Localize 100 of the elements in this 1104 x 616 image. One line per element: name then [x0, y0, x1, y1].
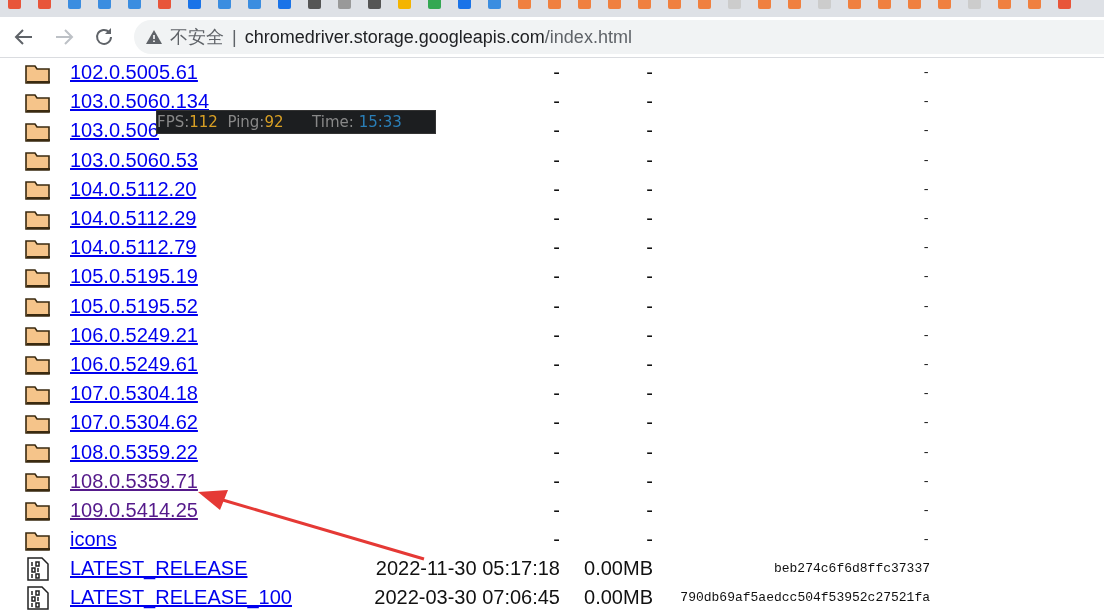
file-link[interactable]: 103.0.5060.134 [70, 90, 210, 114]
bookmark-icon[interactable] [518, 0, 531, 9]
hash-cell: - [922, 473, 930, 489]
size-cell: - [646, 323, 653, 347]
modified-cell: - [553, 469, 560, 493]
bookmark-icon[interactable] [608, 0, 621, 9]
file-link[interactable]: 103.0.5060.53 [70, 148, 198, 172]
bookmark-icon[interactable] [968, 0, 981, 9]
hash-cell: - [922, 386, 930, 402]
size-cell: - [646, 440, 653, 464]
size-cell: - [646, 382, 653, 406]
modified-cell: - [553, 119, 560, 143]
hash-cell: - [922, 532, 930, 548]
bookmark-icon[interactable] [668, 0, 681, 9]
address-bar[interactable]: 不安全 | chromedriver.storage.googleapis.com/index.html [134, 20, 1104, 54]
file-link[interactable]: 106.0.5249.61 [70, 352, 198, 376]
bookmark-icon[interactable] [488, 0, 501, 9]
size-cell: - [646, 148, 653, 172]
modified-cell: - [553, 528, 560, 552]
modified-cell: - [553, 236, 560, 260]
file-link[interactable]: 108.0.5359.22 [70, 440, 198, 464]
fps-label: FPS: [157, 113, 190, 131]
modified-cell: - [553, 265, 560, 289]
warning-icon [146, 30, 162, 44]
file-link[interactable]: 109.0.5414.25 [70, 498, 198, 522]
size-cell: - [646, 90, 653, 114]
bookmark-icon[interactable] [698, 0, 711, 9]
bookmark-icon[interactable] [1028, 0, 1041, 9]
file-link[interactable]: 104.0.5112.29 [70, 207, 197, 231]
bookmark-icon[interactable] [308, 0, 321, 9]
bookmark-icon[interactable] [1058, 0, 1071, 9]
bookmark-icon[interactable] [788, 0, 801, 9]
bookmark-icon[interactable] [188, 0, 201, 9]
hash-cell: - [922, 211, 930, 227]
bookmark-icon[interactable] [338, 0, 351, 9]
bookmark-icon[interactable] [908, 0, 921, 9]
bookmark-icon[interactable] [218, 0, 231, 9]
bookmark-icon[interactable] [158, 0, 171, 9]
file-link[interactable]: 104.0.5112.20 [70, 177, 197, 201]
file-link[interactable]: 107.0.5304.18 [70, 382, 198, 406]
hash-cell: - [922, 415, 930, 431]
time-value: 15:33 [358, 113, 402, 131]
size-cell: 0.00MB [584, 557, 653, 581]
file-link[interactable]: 104.0.5112.79 [70, 236, 197, 260]
modified-cell: - [553, 411, 560, 435]
file-link[interactable]: 103.0.506 [70, 119, 159, 143]
hash-cell: - [922, 444, 930, 460]
file-link[interactable]: icons [70, 528, 117, 552]
modified-cell: - [553, 323, 560, 347]
size-cell: - [646, 469, 653, 493]
modified-cell: - [553, 382, 560, 406]
file-link[interactable]: LATEST_RELEASE [70, 557, 248, 581]
bookmark-icon[interactable] [998, 0, 1011, 9]
hash-cell: - [922, 502, 930, 518]
modified-cell: 2022-11-30 05:17:18 [375, 557, 560, 581]
bookmark-icon[interactable] [248, 0, 261, 9]
bookmark-icon[interactable] [728, 0, 741, 9]
file-link[interactable]: 106.0.5249.21 [70, 323, 198, 347]
size-cell: 0.00MB [584, 586, 653, 610]
hash-cell: - [922, 327, 930, 343]
hash-cell: - [922, 94, 930, 110]
bookmark-icon[interactable] [578, 0, 591, 9]
bookmark-icon[interactable] [878, 0, 891, 9]
size-cell: - [646, 411, 653, 435]
bookmark-icon[interactable] [8, 0, 21, 9]
bookmark-icon[interactable] [428, 0, 441, 9]
file-link[interactable]: 107.0.5304.62 [70, 411, 198, 435]
file-link[interactable]: LATEST_RELEASE_100 [70, 586, 292, 610]
bookmark-icon[interactable] [278, 0, 291, 9]
bookmark-icon[interactable] [938, 0, 951, 9]
bookmark-icon[interactable] [818, 0, 831, 9]
bookmark-icon[interactable] [848, 0, 861, 9]
bookmark-icon[interactable] [68, 0, 81, 9]
size-cell: - [646, 352, 653, 376]
modified-cell: - [553, 352, 560, 376]
modified-cell: - [553, 177, 560, 201]
file-link[interactable]: 105.0.5195.52 [70, 294, 198, 318]
hash-cell: - [922, 240, 930, 256]
bookmark-icon[interactable] [38, 0, 51, 9]
bookmark-icon[interactable] [458, 0, 471, 9]
hash-cell: beb274c6f6d8ffc37337 [773, 561, 930, 577]
hash-cell: - [922, 181, 930, 197]
file-link[interactable]: 102.0.5005.61 [70, 61, 198, 85]
separator: | [232, 26, 237, 48]
modified-cell: - [553, 90, 560, 114]
fps-value: 112 [189, 113, 218, 131]
bookmark-icon[interactable] [398, 0, 411, 9]
modified-cell: - [553, 498, 560, 522]
hash-cell: - [922, 298, 930, 314]
modified-cell: - [553, 294, 560, 318]
bookmark-icon[interactable] [548, 0, 561, 9]
bookmark-icon[interactable] [368, 0, 381, 9]
bookmark-icon[interactable] [758, 0, 771, 9]
file-link[interactable]: 108.0.5359.71 [70, 469, 198, 493]
bookmark-icon[interactable] [98, 0, 111, 9]
ping-label: Ping: [227, 113, 265, 131]
modified-cell: - [553, 207, 560, 231]
bookmark-icon[interactable] [128, 0, 141, 9]
file-link[interactable]: 105.0.5195.19 [70, 265, 198, 289]
bookmark-icon[interactable] [638, 0, 651, 9]
